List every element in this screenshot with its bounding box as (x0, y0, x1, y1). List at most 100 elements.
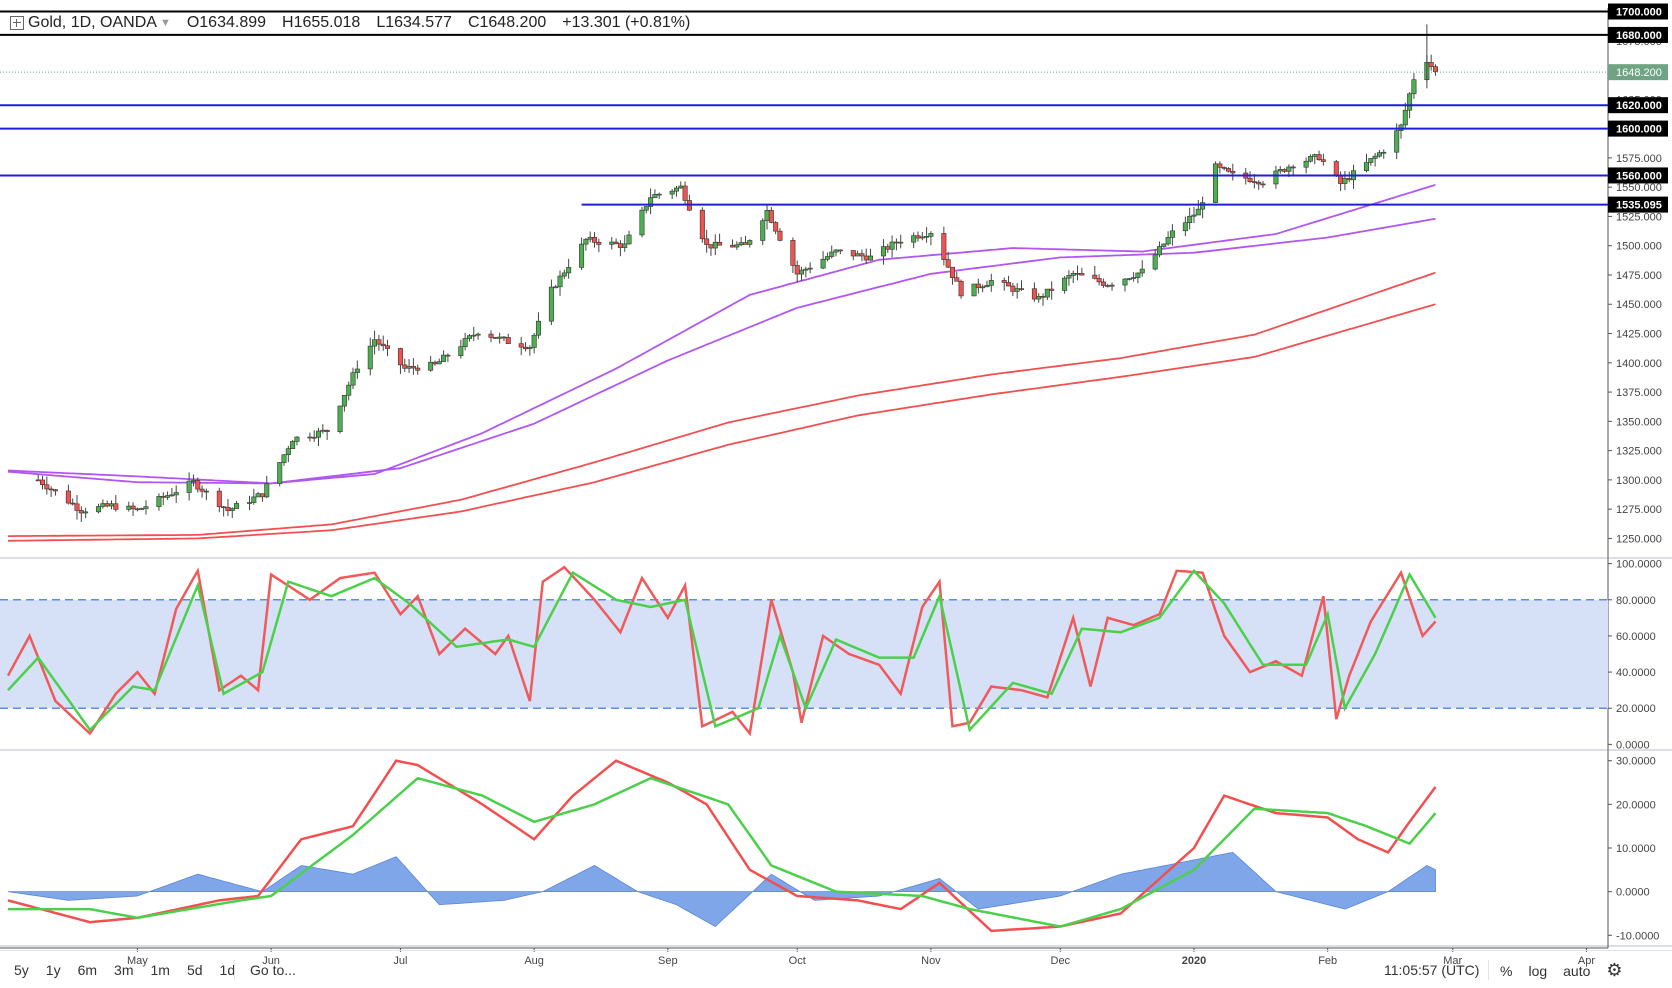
candle-body (290, 441, 296, 449)
candle-body (247, 502, 253, 504)
range-1y[interactable]: 1y (46, 962, 61, 978)
toolbar-divider-right (1488, 960, 1489, 980)
candle-body (682, 185, 688, 201)
y-tick-label: 1450.000 (1616, 299, 1662, 311)
symbol-title[interactable]: Gold, 1D, OANDA (28, 14, 157, 32)
range-5y[interactable]: 5y (14, 962, 29, 978)
moving-average-line (7, 183, 1436, 485)
chevron-down-icon[interactable]: ▼ (160, 17, 171, 29)
candle-body (626, 234, 632, 245)
candle-body (548, 286, 554, 322)
candle-body (1381, 151, 1387, 154)
candle-body (497, 336, 503, 339)
candle-body (984, 285, 990, 288)
scale-options: % log auto ⚙ (1500, 960, 1639, 981)
level-price-label: 1620.000 (1616, 100, 1662, 112)
auto-toggle[interactable]: auto (1563, 963, 1590, 979)
candle-body (928, 233, 934, 237)
candle-body (790, 240, 796, 266)
candle-body (44, 484, 50, 490)
candle-body (462, 338, 468, 347)
candle-body (1031, 288, 1037, 300)
candle-body (96, 506, 102, 513)
log-toggle[interactable]: log (1528, 963, 1547, 979)
candle-body (557, 275, 563, 288)
candle-body (445, 354, 451, 357)
candle-body (52, 489, 58, 492)
candle-body (1070, 273, 1076, 276)
candle-body (1122, 278, 1128, 286)
y-tick-label: 1550.000 (1616, 182, 1662, 194)
candle-body (652, 194, 658, 198)
candle-body (428, 361, 434, 371)
candle-body (617, 243, 623, 248)
level-price-label: 1535.095 (1616, 200, 1662, 212)
candle-body (820, 258, 826, 269)
candle-body (1316, 154, 1322, 161)
candle-body (1286, 166, 1292, 172)
y-tick-label: 20.0000 (1616, 799, 1656, 811)
candle-body (1372, 155, 1378, 159)
candle-body (316, 430, 322, 438)
candle-body (518, 343, 524, 348)
candle-body (1307, 156, 1313, 162)
candle-body (251, 496, 257, 503)
candle-body (712, 241, 718, 249)
candle-body (139, 508, 145, 510)
macd-histogram (7, 851, 1436, 927)
percent-toggle[interactable]: % (1500, 963, 1512, 979)
y-tick-label: 1500.000 (1616, 241, 1662, 253)
candle-body (1247, 177, 1253, 182)
candle-body (1169, 230, 1175, 238)
candle-body (475, 333, 481, 336)
candle-body (579, 243, 585, 268)
candle-body (764, 210, 770, 222)
candle-body (1338, 174, 1344, 184)
candle-body (799, 269, 805, 275)
candle-body (471, 334, 477, 337)
expand-icon[interactable] (10, 16, 24, 30)
y-tick-label: 0.0000 (1616, 887, 1650, 899)
candle-body (1161, 243, 1167, 247)
gear-icon[interactable]: ⚙ (1606, 960, 1622, 981)
candle-body (850, 250, 856, 257)
candle-body (130, 505, 136, 510)
y-tick-label: 60.0000 (1616, 631, 1656, 643)
candle-body (113, 503, 119, 510)
level-price-label: 1600.000 (1616, 124, 1662, 136)
range-6m[interactable]: 6m (78, 962, 97, 978)
candle-body (949, 266, 955, 279)
range-3m[interactable]: 3m (114, 962, 133, 978)
candle-body (1152, 254, 1158, 270)
candle-body (1230, 170, 1236, 174)
candle-body (717, 241, 723, 246)
candle-body (70, 502, 76, 505)
utc-clock[interactable]: 11:05:57 (UTC) (1384, 962, 1479, 978)
y-tick-label: 1400.000 (1616, 358, 1662, 370)
range-1m[interactable]: 1m (151, 962, 170, 978)
candle-body (622, 243, 628, 248)
candle-body (100, 503, 106, 507)
candle-body (1001, 280, 1007, 283)
candle-body (501, 336, 507, 339)
candle-body (1049, 288, 1055, 291)
range-1d[interactable]: 1d (220, 962, 236, 978)
candle-body (1363, 162, 1369, 171)
candle-body (975, 283, 981, 289)
candle-body (1217, 163, 1223, 168)
candle-body (1277, 169, 1283, 172)
range-5d[interactable]: 5d (187, 962, 203, 978)
y-tick-label: 10.0000 (1616, 843, 1656, 855)
stochastic-band (0, 599, 1608, 709)
candle-body (372, 339, 378, 347)
candle-body (1200, 202, 1206, 210)
candle-body (885, 246, 891, 250)
goto-button[interactable]: Go to... (250, 962, 296, 978)
candle-body (1105, 285, 1111, 287)
candle-body (1092, 274, 1098, 279)
chart-canvas[interactable]: 1700.0001675.0001650.0001625.0001600.000… (0, 0, 1672, 987)
candle-body (466, 335, 472, 339)
candle-body (1006, 282, 1012, 287)
y-tick-label: 1375.000 (1616, 387, 1662, 399)
candle-body (488, 333, 494, 338)
